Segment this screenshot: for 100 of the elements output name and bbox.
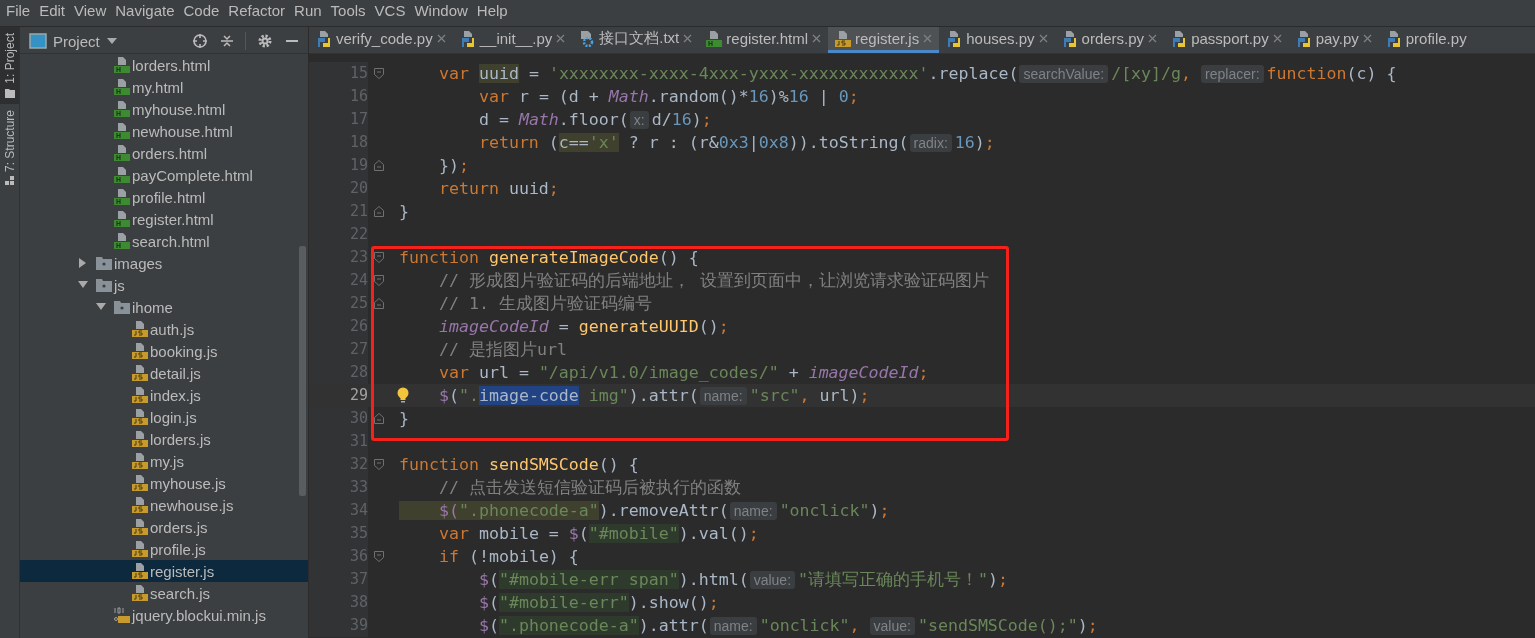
tree-item[interactable]: lorders.js — [20, 428, 308, 450]
menu-item[interactable]: Code — [179, 0, 224, 20]
close-icon[interactable] — [923, 34, 933, 43]
tree-item[interactable]: profile.html — [20, 186, 308, 208]
code-line: } — [399, 409, 409, 428]
close-icon[interactable] — [436, 34, 446, 43]
close-icon[interactable] — [1148, 34, 1158, 43]
expanded-arrow-icon[interactable] — [78, 280, 88, 290]
menu-item[interactable]: VCS — [370, 0, 410, 20]
code-line: } — [399, 202, 409, 221]
tree-item[interactable]: myhouse.html — [20, 98, 308, 120]
menu-item[interactable]: View — [70, 0, 111, 20]
fold-icon[interactable] — [373, 206, 384, 217]
target-icon[interactable] — [192, 33, 208, 49]
tree-item[interactable]: newhouse.html — [20, 120, 308, 142]
tree-item[interactable]: search.js — [20, 582, 308, 604]
fold-icon[interactable] — [373, 459, 384, 470]
tree-item[interactable]: ihome — [20, 296, 308, 318]
tree-item[interactable]: index.js — [20, 384, 308, 406]
tab-title: verify_code.py — [336, 30, 433, 47]
html-file-icon — [114, 189, 130, 205]
editor-tab[interactable]: orders.py — [1054, 27, 1165, 53]
js-file-icon — [132, 409, 148, 425]
tree-item[interactable]: myhouse.js — [20, 472, 308, 494]
editor-tab[interactable]: 接口文档.txt — [572, 27, 700, 53]
code-line: $("#mobile-err span").html( value: "请填写正确的手机号！"); — [477, 570, 1009, 589]
tree-item[interactable]: profile.js — [20, 538, 308, 560]
close-icon[interactable] — [1038, 34, 1048, 43]
tree-item[interactable]: newhouse.js — [20, 494, 308, 516]
tree-item[interactable]: register.html — [20, 208, 308, 230]
fold-icon[interactable] — [373, 413, 384, 424]
js-file-icon — [132, 497, 148, 513]
code-line: }); — [437, 156, 469, 175]
lightbulb-icon[interactable] — [397, 387, 409, 403]
menu-item[interactable]: Run — [290, 0, 326, 20]
tree-item[interactable]: my.html — [20, 76, 308, 98]
js-file-icon — [132, 387, 148, 403]
editor-tab[interactable]: register.js — [828, 27, 940, 53]
folder-icon — [114, 300, 130, 314]
fold-icon[interactable] — [373, 160, 384, 171]
tree-item[interactable]: images — [20, 252, 308, 274]
fold-icon[interactable] — [373, 298, 384, 309]
tool-window-tab[interactable]: 1: Project — [0, 27, 19, 104]
html-file-icon — [114, 211, 130, 227]
tree-item[interactable]: register.js — [20, 560, 308, 582]
editor-tab[interactable]: register.html — [699, 27, 828, 53]
js-file-icon — [132, 541, 148, 557]
tree-item[interactable]: booking.js — [20, 340, 308, 362]
tree-item[interactable]: lorders.html — [20, 54, 308, 76]
editor-tab[interactable]: pay.py — [1288, 27, 1379, 53]
menu-item[interactable]: Tools — [326, 0, 370, 20]
menu-item[interactable]: Navigate — [111, 0, 179, 20]
menu-item[interactable]: Window — [410, 0, 472, 20]
editor-tab[interactable]: houses.py — [939, 27, 1055, 53]
window-icon — [29, 33, 47, 49]
js-file-icon — [132, 519, 148, 535]
editor-tab[interactable]: __init__.py — [452, 27, 573, 53]
html-file-icon — [706, 30, 723, 47]
fold-icon[interactable] — [373, 252, 384, 263]
tree-item[interactable]: login.js — [20, 406, 308, 428]
editor-tab[interactable]: verify_code.py — [309, 27, 453, 53]
python-file-icon — [1295, 30, 1312, 47]
editor-tab[interactable]: profile.py — [1378, 27, 1474, 53]
tree-item[interactable]: jquery.blockui.min.js — [20, 604, 308, 626]
fold-icon[interactable] — [373, 68, 384, 79]
menu-item[interactable]: Edit — [35, 0, 70, 20]
close-icon[interactable] — [1362, 34, 1372, 43]
folder-icon — [96, 256, 112, 270]
tree-item[interactable]: my.js — [20, 450, 308, 472]
fold-icon[interactable] — [373, 551, 384, 562]
close-icon[interactable] — [556, 34, 566, 43]
editor-tab[interactable]: passport.py — [1164, 27, 1289, 53]
tree-item[interactable]: detail.js — [20, 362, 308, 384]
tree-item[interactable]: payComplete.html — [20, 164, 308, 186]
code-line: d = Math.floor( x: d/16); — [477, 110, 712, 129]
settings-icon[interactable] — [257, 33, 273, 49]
code-line: var r = (d + Math.random()*16)%16 | 0; — [477, 87, 859, 106]
collapsed-arrow-icon[interactable] — [78, 258, 88, 268]
tree-item[interactable]: orders.html — [20, 142, 308, 164]
expanded-arrow-icon[interactable] — [96, 302, 106, 312]
menu-item[interactable]: Help — [472, 0, 512, 20]
js-file-icon — [132, 321, 148, 337]
tree-item[interactable]: js — [20, 274, 308, 296]
tree-item[interactable]: search.html — [20, 230, 308, 252]
tab-title: passport.py — [1191, 30, 1269, 47]
fold-icon[interactable] — [373, 275, 384, 286]
tree-item[interactable]: auth.js — [20, 318, 308, 340]
js-file-icon — [132, 343, 148, 359]
menu-item[interactable]: Refactor — [224, 0, 290, 20]
close-icon[interactable] — [812, 34, 821, 43]
python-file-icon — [946, 30, 963, 47]
tab-title: __init__.py — [479, 30, 553, 47]
menu-item[interactable]: File — [2, 0, 35, 20]
tree-item[interactable]: orders.js — [20, 516, 308, 538]
scrollbar[interactable] — [299, 246, 306, 496]
collapse-icon[interactable] — [219, 33, 235, 49]
tool-window-tab[interactable]: 7: Structure — [0, 103, 19, 192]
view-selector[interactable]: Project — [53, 32, 118, 50]
close-icon[interactable] — [1272, 34, 1282, 43]
close-icon[interactable] — [683, 34, 693, 43]
